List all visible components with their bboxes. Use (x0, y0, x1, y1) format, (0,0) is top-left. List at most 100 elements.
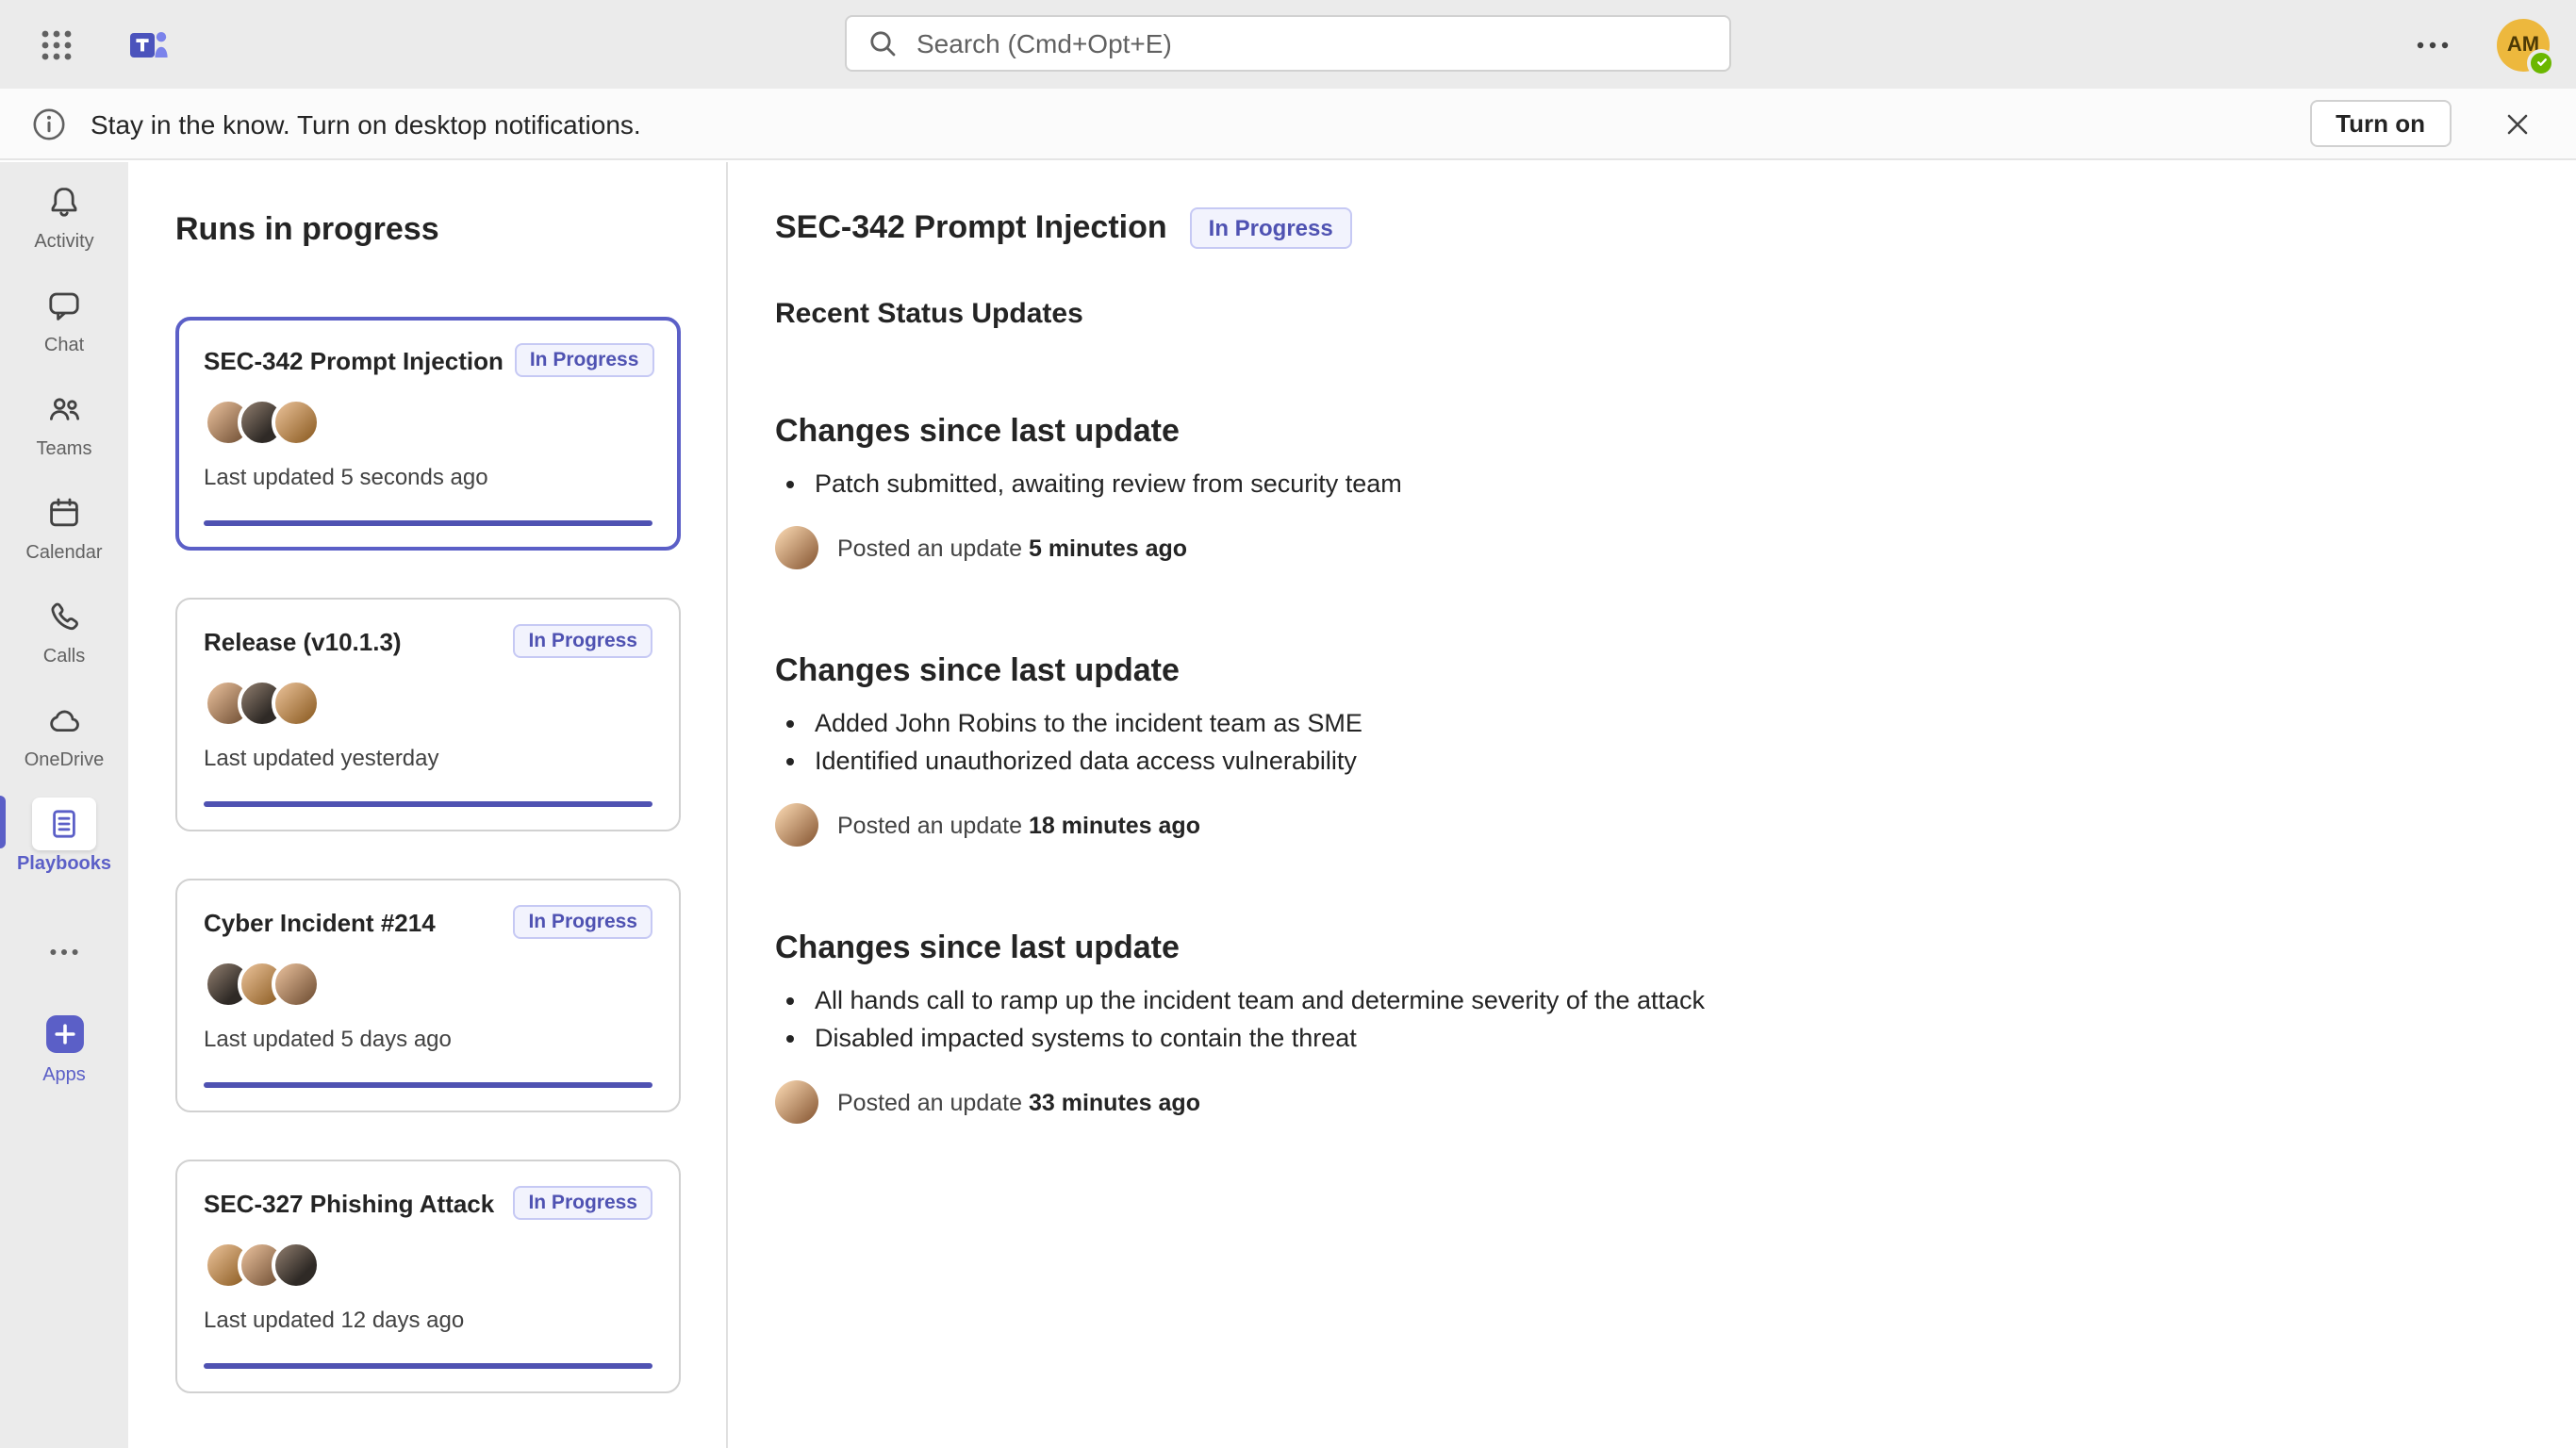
sidebar-item-calls[interactable]: Calls (0, 577, 128, 681)
close-icon[interactable] (2501, 107, 2535, 140)
search-input[interactable] (913, 26, 1709, 60)
avatar (775, 526, 818, 569)
update-bullet: Patch submitted, awaiting review from se… (815, 466, 2501, 503)
avatar (272, 960, 321, 1009)
cloud-icon (32, 694, 96, 747)
sidebar-item-playbooks[interactable]: Playbooks (0, 784, 128, 888)
progress-bar (204, 520, 652, 526)
update-bullet: All hands call to ramp up the incident t… (815, 982, 2501, 1020)
update-heading: Changes since last update (775, 930, 2501, 967)
sidebar-item-calendar[interactable]: Calendar (0, 473, 128, 577)
update-bullet: Added John Robins to the incident team a… (815, 705, 2501, 743)
run-card-sec-327[interactable]: SEC-327 Phishing Attack In Progress Last… (175, 1160, 681, 1393)
turn-on-button[interactable]: Turn on (2309, 100, 2452, 147)
info-icon (30, 105, 68, 142)
sidebar-item-label: Apps (42, 1064, 86, 1085)
posted-prefix: Posted an update (837, 1089, 1022, 1115)
status-badge: In Progress (513, 1186, 652, 1220)
avatar (775, 1080, 818, 1124)
phone-icon (32, 590, 96, 643)
more-options-icon[interactable] (2414, 25, 2452, 63)
run-card-title: SEC-327 Phishing Attack (204, 1189, 494, 1217)
update-heading: Changes since last update (775, 652, 2501, 690)
posted-prefix: Posted an update (837, 535, 1022, 561)
progress-bar (204, 1082, 652, 1088)
people-icon (32, 383, 96, 436)
avatar (775, 803, 818, 847)
sidebar-item-label: OneDrive (25, 750, 105, 771)
update-heading: Changes since last update (775, 413, 2501, 451)
status-badge: In Progress (513, 905, 652, 939)
sidebar-item-label: Calendar (25, 543, 102, 564)
run-card-title: Cyber Incident #214 (204, 908, 436, 936)
status-update: Changes since last update Patch submitte… (775, 413, 2501, 569)
teams-app-window: AM Stay in the know. Turn on desktop not… (0, 0, 2576, 1448)
status-badge: In Progress (515, 343, 654, 377)
user-avatar[interactable]: AM (2497, 18, 2550, 71)
add-apps-icon (32, 1008, 96, 1061)
avatar (272, 398, 321, 447)
posted-time: 18 minutes ago (1029, 812, 1200, 838)
posted-row: Posted an update 5 minutes ago (775, 526, 2501, 569)
playbook-icon (32, 798, 96, 850)
progress-bar (204, 801, 652, 807)
run-detail-panel: SEC-342 Prompt Injection In Progress Rec… (728, 162, 2576, 1448)
sidebar-item-label: Playbooks (17, 854, 111, 875)
bell-icon (32, 175, 96, 228)
update-bullets: Patch submitted, awaiting review from se… (775, 466, 2501, 503)
sidebar-item-chat[interactable]: Chat (0, 266, 128, 370)
run-card-sec-342[interactable]: SEC-342 Prompt Injection In Progress Las… (175, 317, 681, 551)
progress-bar (204, 1363, 652, 1369)
search-bar (845, 15, 1731, 72)
sidebar-item-activity[interactable]: Activity (0, 162, 128, 266)
banner-message: Stay in the know. Turn on desktop notifi… (91, 108, 641, 139)
avatar (272, 679, 321, 728)
posted-row: Posted an update 18 minutes ago (775, 803, 2501, 847)
sidebar-item-teams[interactable]: Teams (0, 370, 128, 473)
sidebar-item-label: Teams (37, 439, 92, 460)
posted-row: Posted an update 33 minutes ago (775, 1080, 2501, 1124)
member-avatars (204, 679, 652, 728)
sidebar-item-apps[interactable]: Apps (0, 994, 128, 1099)
status-badge: In Progress (1190, 207, 1352, 249)
page-title: SEC-342 Prompt Injection (775, 209, 1167, 247)
last-updated-text: Last updated yesterday (204, 745, 652, 771)
presence-available-icon (2527, 48, 2555, 76)
run-card-release[interactable]: Release (v10.1.3) In Progress Last updat… (175, 598, 681, 831)
status-update: Changes since last update Added John Rob… (775, 652, 2501, 847)
runs-panel: Runs in progress SEC-342 Prompt Injectio… (128, 162, 728, 1448)
sidebar-item-label: Activity (34, 232, 93, 253)
update-bullet: Identified unauthorized data access vuln… (815, 743, 2501, 781)
notification-banner: Stay in the know. Turn on desktop notifi… (0, 89, 2576, 160)
last-updated-text: Last updated 5 days ago (204, 1026, 652, 1052)
member-avatars (204, 398, 652, 447)
update-bullets: Added John Robins to the incident team a… (775, 705, 2501, 781)
sidebar-more-apps[interactable] (0, 911, 128, 994)
posted-time: 33 minutes ago (1029, 1089, 1200, 1115)
sidebar-item-label: Calls (43, 647, 85, 667)
recent-status-updates-heading: Recent Status Updates (775, 298, 2501, 330)
sidebar-item-label: Chat (44, 336, 84, 356)
top-bar: AM (0, 0, 2576, 89)
teams-logo-icon (124, 22, 173, 67)
status-badge: In Progress (513, 624, 652, 658)
chat-icon (32, 279, 96, 332)
member-avatars (204, 1241, 652, 1290)
status-update: Changes since last update All hands call… (775, 930, 2501, 1124)
last-updated-text: Last updated 5 seconds ago (204, 464, 652, 490)
member-avatars (204, 960, 652, 1009)
app-launcher-waffle-icon[interactable] (19, 0, 94, 89)
posted-time: 5 minutes ago (1029, 535, 1187, 561)
run-card-cyber-incident[interactable]: Cyber Incident #214 In Progress Last upd… (175, 879, 681, 1112)
update-bullets: All hands call to ramp up the incident t… (775, 982, 2501, 1058)
ellipsis-icon (32, 926, 96, 979)
run-card-title: Release (v10.1.3) (204, 627, 402, 655)
runs-panel-title: Runs in progress (175, 211, 726, 249)
sidebar-item-onedrive[interactable]: OneDrive (0, 681, 128, 784)
avatar (272, 1241, 321, 1290)
posted-prefix: Posted an update (837, 812, 1022, 838)
run-card-title: SEC-342 Prompt Injection (204, 346, 504, 374)
last-updated-text: Last updated 12 days ago (204, 1307, 652, 1333)
calendar-icon (32, 486, 96, 539)
app-rail: Activity Chat Teams (0, 162, 128, 1448)
